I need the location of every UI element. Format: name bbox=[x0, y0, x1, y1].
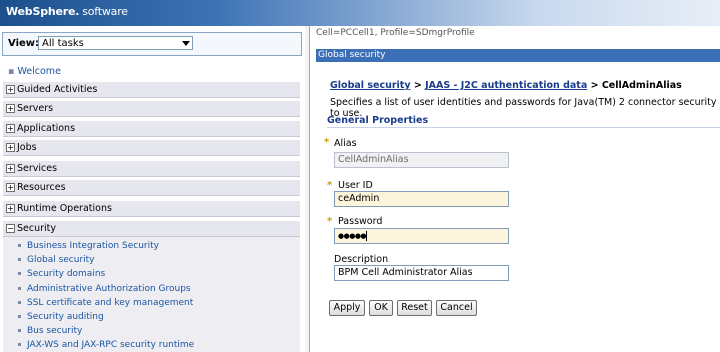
user-id-field[interactable]: ceAdmin bbox=[334, 191, 509, 207]
nav-item-global-security[interactable]: Global security bbox=[18, 255, 95, 265]
expand-icon: + bbox=[6, 104, 15, 113]
nav-item-label: SSL certificate and key management bbox=[27, 298, 194, 308]
nav-item-label: JAX-WS and JAX-RPC security runtime bbox=[27, 340, 195, 350]
nav-item-label: Business Integration Security bbox=[27, 241, 159, 251]
expand-icon: + bbox=[6, 164, 15, 173]
collapse-icon: − bbox=[6, 224, 15, 233]
nav-category-label: Resources bbox=[17, 182, 66, 193]
nav-item-jax-ws-jax-rpc-security-runtime[interactable]: JAX-WS and JAX-RPC security runtime bbox=[18, 340, 194, 350]
expand-icon: + bbox=[6, 183, 15, 192]
expand-icon: + bbox=[6, 124, 15, 133]
nav-category-runtime-operations[interactable]: + Runtime Operations bbox=[3, 200, 300, 217]
nav-item-administrative-authorization-groups[interactable]: Administrative Authorization Groups bbox=[18, 284, 191, 294]
apply-button[interactable]: Apply bbox=[329, 300, 365, 316]
expand-icon: + bbox=[6, 204, 15, 213]
bullet-icon: ▪ bbox=[8, 66, 15, 77]
nav-category-label: Runtime Operations bbox=[17, 203, 112, 214]
bullet-icon bbox=[18, 287, 21, 290]
welcome-label: Welcome bbox=[17, 66, 61, 77]
nav-item-label: Bus security bbox=[27, 326, 83, 336]
nav-category-services[interactable]: + Services bbox=[3, 160, 300, 177]
nav-item-security-auditing[interactable]: Security auditing bbox=[18, 312, 104, 322]
breadcrumb-link-jaas[interactable]: JAAS - J2C authentication data bbox=[425, 80, 587, 91]
nav-category-label: Services bbox=[17, 163, 58, 174]
bullet-icon bbox=[18, 301, 21, 304]
expand-icon: + bbox=[6, 143, 15, 152]
bullet-icon bbox=[18, 315, 21, 318]
password-field[interactable]: ●●●●● bbox=[334, 228, 509, 244]
view-select[interactable]: All tasks bbox=[38, 36, 193, 50]
bullet-icon bbox=[18, 258, 21, 261]
websphere-logo: WebSphere. software bbox=[6, 5, 128, 18]
nav-category-jobs[interactable]: + Jobs bbox=[3, 139, 300, 156]
ok-button[interactable]: OK bbox=[369, 300, 393, 316]
nav-category-servers[interactable]: + Servers bbox=[3, 100, 300, 117]
nav-item-label: Security domains bbox=[27, 269, 106, 279]
bullet-icon bbox=[18, 244, 21, 247]
welcome-link[interactable]: ▪ Welcome bbox=[8, 66, 61, 77]
nav-item-security-domains[interactable]: Security domains bbox=[18, 269, 105, 279]
nav-category-resources[interactable]: + Resources bbox=[3, 179, 300, 196]
nav-category-label: Security bbox=[17, 223, 57, 234]
panel-title: Global security bbox=[316, 49, 720, 62]
bullet-icon bbox=[18, 272, 21, 275]
alias-field[interactable]: CellAdminAlias bbox=[334, 152, 509, 168]
nav-item-business-integration-security[interactable]: Business Integration Security bbox=[18, 241, 159, 251]
breadcrumb-current: > CellAdminAlias bbox=[587, 80, 682, 91]
nav-item-bus-security[interactable]: Bus security bbox=[18, 326, 82, 336]
user-id-label: User ID bbox=[338, 180, 373, 191]
websphere-banner: WebSphere. software bbox=[0, 0, 720, 26]
description-label: Description bbox=[334, 254, 389, 265]
description-field[interactable]: BPM Cell Administrator Alias bbox=[334, 265, 509, 281]
navigation-tree: View: All tasks ▪ Welcome + Guided Activi… bbox=[0, 26, 305, 352]
password-label: Password bbox=[338, 216, 383, 227]
nav-category-guided-activities[interactable]: + Guided Activities bbox=[3, 81, 300, 98]
view-select-value: All tasks bbox=[42, 38, 84, 49]
brand-product: software bbox=[82, 5, 128, 18]
nav-category-applications[interactable]: + Applications bbox=[3, 120, 300, 137]
expand-icon: + bbox=[6, 85, 15, 94]
required-icon: * bbox=[327, 216, 333, 227]
required-icon: * bbox=[324, 137, 330, 148]
view-label: View: bbox=[8, 38, 40, 49]
breadcrumb-separator: > bbox=[410, 80, 426, 91]
pane-divider bbox=[309, 26, 310, 352]
nav-item-label: Global security bbox=[27, 255, 95, 265]
reset-button[interactable]: Reset bbox=[397, 300, 432, 316]
password-mask: ●●●●● bbox=[338, 232, 367, 240]
nav-category-label: Applications bbox=[17, 123, 76, 134]
section-divider bbox=[327, 127, 720, 128]
nav-item-label: Security auditing bbox=[27, 312, 104, 322]
nav-item-ssl-certificate-key-management[interactable]: SSL certificate and key management bbox=[18, 298, 193, 308]
brand-name: WebSphere. bbox=[6, 5, 80, 18]
nav-category-label: Guided Activities bbox=[17, 84, 98, 95]
bullet-icon bbox=[18, 329, 21, 332]
breadcrumb-link-global-security[interactable]: Global security bbox=[330, 80, 411, 91]
required-icon: * bbox=[327, 180, 333, 191]
nav-item-label: Administrative Authorization Groups bbox=[27, 284, 191, 294]
section-title: General Properties bbox=[327, 115, 429, 126]
breadcrumb: Global security > JAAS - J2C authenticat… bbox=[330, 80, 682, 91]
nav-category-label: Jobs bbox=[17, 142, 37, 153]
chevron-down-icon bbox=[182, 41, 190, 46]
alias-label: Alias bbox=[334, 138, 357, 149]
text-cursor bbox=[366, 230, 368, 241]
nav-category-label: Servers bbox=[17, 103, 54, 114]
nav-category-security[interactable]: − Security bbox=[3, 220, 300, 237]
cell-profile-info: Cell=PCCell1, Profile=SDmgrProfile bbox=[316, 28, 475, 38]
bullet-icon bbox=[18, 343, 21, 346]
view-filter-bar: View: All tasks bbox=[2, 32, 302, 56]
cancel-button[interactable]: Cancel bbox=[436, 300, 477, 316]
